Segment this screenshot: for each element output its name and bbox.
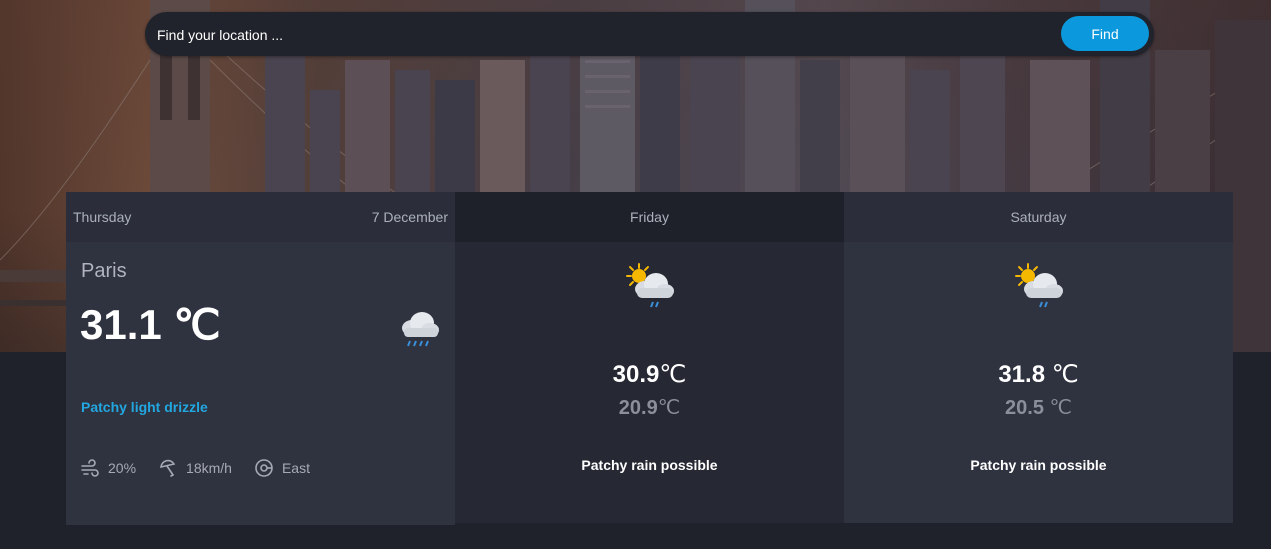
sun-cloud-rain-icon bbox=[623, 262, 677, 317]
current-condition: Patchy light drizzle bbox=[81, 399, 208, 415]
forecast-day: Saturday bbox=[844, 192, 1233, 242]
forecast-day: Friday bbox=[455, 192, 844, 242]
wind-direction-value: East bbox=[281, 460, 310, 476]
forecast-min-temp: 20.5 ℃ bbox=[844, 395, 1233, 420]
wind-speed-stat: 18km/h bbox=[158, 458, 232, 478]
today-day: Thursday bbox=[73, 209, 132, 225]
forecast-min-temp: 20.9℃ bbox=[455, 395, 844, 420]
forecast-max-unit: ℃ bbox=[659, 362, 687, 388]
forecast-min-value: 20.5 bbox=[1005, 397, 1050, 419]
forecast-max-temp: 30.9℃ bbox=[455, 360, 844, 389]
today-card-header: Thursday 7 December bbox=[66, 192, 455, 242]
today-weather-card: Thursday 7 December Paris 31.1 ℃ Patchy … bbox=[66, 192, 455, 525]
forecast-min-unit: ℃ bbox=[657, 397, 681, 419]
temperature-unit: ℃ bbox=[173, 303, 221, 349]
forecast-card: Saturday 31.8 ℃ 20.5 ℃ Patchy rain possi… bbox=[844, 192, 1233, 523]
weather-stats: 20% 18km/h East bbox=[80, 458, 332, 478]
forecast-min-unit: ℃ bbox=[1049, 397, 1072, 419]
city-name: Paris bbox=[81, 260, 127, 282]
wind-speed-value: 18km/h bbox=[186, 460, 232, 476]
sun-cloud-rain-icon bbox=[1012, 262, 1066, 317]
forecast-max-value: 31.8 bbox=[998, 361, 1052, 388]
umbrella-wind-icon bbox=[160, 459, 176, 477]
forecast-min-value: 20.9 bbox=[618, 397, 658, 419]
forecast-max-temp: 31.8 ℃ bbox=[844, 360, 1233, 389]
humidity-stat: 20% bbox=[80, 458, 136, 478]
search-bar: Find bbox=[145, 12, 1154, 56]
wind-direction-stat: East bbox=[254, 458, 310, 478]
wind-icon bbox=[81, 459, 99, 477]
weather-app: Find Thursday 7 December Paris 31.1 ℃ bbox=[0, 0, 1271, 549]
current-temperature-value: 31.1 bbox=[80, 301, 174, 348]
forecast-max-unit: ℃ bbox=[1051, 362, 1079, 388]
today-date: 7 December bbox=[371, 209, 448, 225]
compass-icon bbox=[255, 459, 273, 477]
forecast-condition: Patchy rain possible bbox=[970, 457, 1107, 473]
forecast-condition: Patchy rain possible bbox=[581, 457, 718, 473]
find-button[interactable]: Find bbox=[1061, 16, 1149, 51]
forecast-card: Friday 30.9℃ 20.9℃ Patchy rain possible bbox=[455, 192, 844, 523]
cloud-rain-icon bbox=[396, 308, 442, 353]
forecast-max-value: 30.9 bbox=[612, 361, 660, 388]
current-temperature: 31.1 ℃ bbox=[80, 300, 221, 350]
humidity-value: 20% bbox=[108, 460, 137, 476]
location-search-input[interactable] bbox=[155, 20, 1039, 50]
